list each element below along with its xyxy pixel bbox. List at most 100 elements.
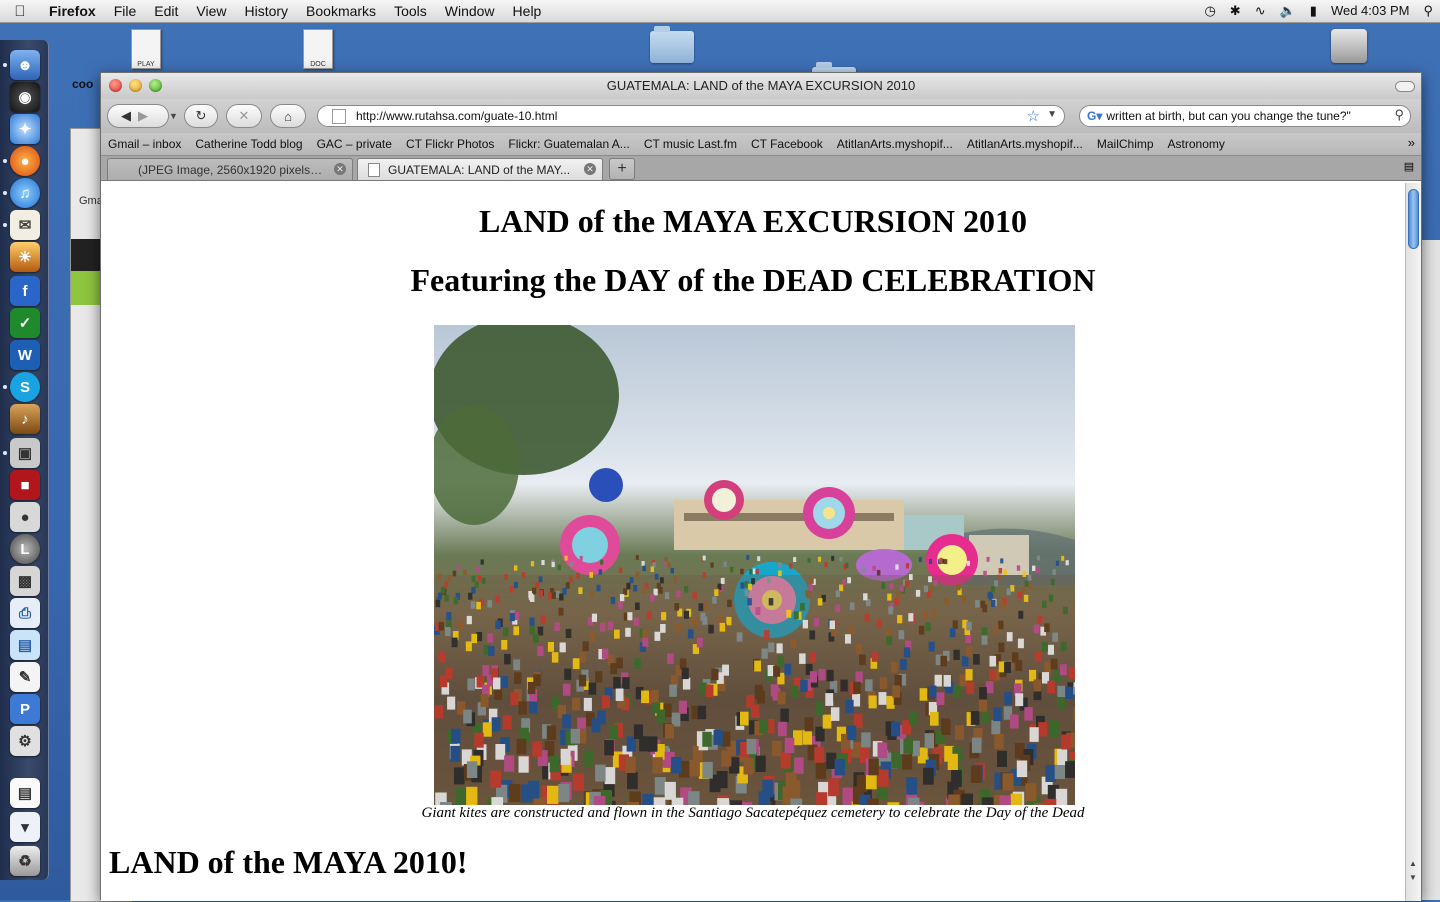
utility-app-icon[interactable]: ⚙ — [10, 726, 40, 756]
back-forward-button-group: ◀ ▶ — [107, 104, 169, 128]
scanner-icon[interactable]: ▤ — [10, 630, 40, 660]
menu-window[interactable]: Window — [436, 0, 504, 22]
disk-utility-icon[interactable]: ▩ — [10, 566, 40, 596]
url-dropdown-icon[interactable]: ▼ — [1047, 109, 1057, 120]
bookmark-gac-private[interactable]: GAC – private — [310, 137, 399, 151]
menu-app-firefox[interactable]: Firefox — [40, 0, 105, 22]
menu-view[interactable]: View — [187, 0, 235, 22]
reload-button[interactable]: ↻ — [184, 104, 218, 128]
menubar-clock[interactable]: Wed 4:03 PM — [1324, 0, 1417, 22]
trash-icon[interactable]: ♻ — [10, 846, 40, 876]
time-machine-icon[interactable]: ◷ — [1197, 0, 1222, 22]
menu-tools[interactable]: Tools — [385, 0, 436, 22]
stop-button[interactable]: ✕ — [226, 104, 262, 128]
tab-jpeg-image[interactable]: (JPEG Image, 2560x1920 pixels)... ✕ — [107, 158, 353, 180]
cemetery-kites-illustration — [434, 325, 1075, 805]
window-title: GUATEMALA: LAND of the MAYA EXCURSION 20… — [607, 78, 916, 93]
home-button[interactable]: ⌂ — [270, 104, 306, 128]
bookmarks-overflow-icon[interactable]: » — [1408, 135, 1415, 150]
new-tab-button[interactable]: + — [609, 158, 635, 180]
home-icon: ⌂ — [284, 109, 292, 124]
google-engine-icon[interactable]: G▾ — [1087, 109, 1102, 123]
menu-file[interactable]: File — [105, 0, 146, 22]
forward-button[interactable]: ▶ — [138, 108, 148, 124]
firefox-icon[interactable]: ● — [10, 146, 40, 176]
browser-window: GUATEMALA: LAND of the MAYA EXCURSION 20… — [100, 72, 1422, 900]
search-icon[interactable]: ⚲ — [1394, 107, 1404, 123]
lacie-icon[interactable]: L — [10, 534, 40, 564]
bookmark-mailchimp[interactable]: MailChimp — [1090, 137, 1161, 151]
bookmark-ct-flickr-photos[interactable]: CT Flickr Photos — [399, 137, 501, 151]
doc-file-label: DOC — [310, 61, 326, 68]
bookmark-gmail-inbox[interactable]: Gmail – inbox — [101, 137, 188, 151]
iphoto-icon[interactable]: ☀ — [10, 242, 40, 272]
back-button[interactable]: ◀ — [114, 104, 138, 128]
green-app-icon[interactable]: ✓ — [10, 308, 40, 338]
bookmark-flickr-guatemalan[interactable]: Flickr: Guatemalan A... — [501, 137, 636, 151]
vertical-scrollbar[interactable]: ▲ ▼ — [1405, 183, 1421, 901]
window-titlebar[interactable]: GUATEMALA: LAND of the MAYA EXCURSION 20… — [101, 73, 1421, 99]
menu-bar:  Firefox File Edit View History Bookmar… — [0, 0, 1440, 23]
menu-help[interactable]: Help — [504, 0, 551, 22]
menu-bookmarks[interactable]: Bookmarks — [297, 0, 385, 22]
list-all-tabs-icon[interactable]: ▤ — [1401, 160, 1417, 174]
textedit-icon[interactable]: ✎ — [10, 662, 40, 692]
safari-icon[interactable]: ✦ — [10, 114, 40, 144]
desktop-file-play[interactable]: PLAY — [131, 29, 161, 69]
battery-icon[interactable]: ▮ — [1303, 0, 1324, 22]
photo-booth-icon[interactable]: ■ — [10, 470, 40, 500]
scrollbar-thumb[interactable] — [1408, 189, 1419, 249]
page-heading-land-of-maya: LAND of the MAYA 2010! — [109, 844, 468, 881]
page-identity-icon[interactable] — [332, 109, 346, 124]
navigation-toolbar: ◀ ▶ ▼ ↻ ✕ ⌂ http://www.rutahsa.com/guate… — [101, 99, 1421, 133]
downloads-stack-icon[interactable]: ▾ — [10, 812, 40, 842]
bookmark-atitlanarts-2[interactable]: AtitlanArts.myshopif... — [960, 137, 1090, 151]
search-bar[interactable]: G▾ written at birth, but can you change … — [1079, 105, 1411, 127]
tab-close-icon[interactable]: ✕ — [584, 163, 596, 175]
history-dropdown-icon[interactable]: ▼ — [169, 111, 178, 121]
bookmark-catherine-todd-blog[interactable]: Catherine Todd blog — [188, 137, 309, 151]
zoom-window-button[interactable] — [149, 79, 162, 92]
web-app-icon[interactable]: W — [10, 340, 40, 370]
dock-running-indicator — [3, 159, 7, 163]
scroll-up-arrow-icon[interactable]: ▲ — [1409, 859, 1417, 868]
documents-stack-icon[interactable]: ▤ — [10, 778, 40, 808]
tab-close-icon[interactable]: ✕ — [334, 163, 346, 175]
bookmark-atitlanarts-1[interactable]: AtitlanArts.myshopif... — [830, 137, 960, 151]
desktop-file-doc[interactable]: DOC — [303, 29, 333, 69]
page-heading-day-of-dead: Featuring the DAY of the DEAD CELEBRATIO… — [101, 262, 1405, 299]
close-window-button[interactable] — [109, 79, 122, 92]
bluetooth-icon[interactable]: ✱ — [1223, 0, 1248, 22]
url-text: http://www.rutahsa.com/guate-10.html — [356, 109, 557, 123]
tab-guatemala[interactable]: GUATEMALA: LAND of the MAY... ✕ — [357, 158, 603, 180]
spotlight-search-icon[interactable]: ⚲ — [1416, 0, 1440, 22]
mail-icon[interactable]: ✉ — [10, 210, 40, 240]
minimize-window-button[interactable] — [129, 79, 142, 92]
menu-edit[interactable]: Edit — [145, 0, 187, 22]
pro-app-icon[interactable]: P — [10, 694, 40, 724]
wifi-icon[interactable]: ∿ — [1248, 0, 1273, 22]
preview-icon[interactable]: ▣ — [10, 438, 40, 468]
bookmark-star-icon[interactable]: ☆ — [1027, 107, 1040, 125]
menu-history[interactable]: History — [235, 0, 297, 22]
garageband-icon[interactable]: ♪ — [10, 404, 40, 434]
hard-disk-icon[interactable] — [1331, 29, 1367, 63]
facebook-app-icon[interactable]: f — [10, 276, 40, 306]
apple-menu-icon[interactable]:  — [0, 3, 40, 20]
volume-icon[interactable]: 🔈 — [1273, 0, 1303, 22]
bookmark-ct-facebook[interactable]: CT Facebook — [744, 137, 830, 151]
bookmark-astronomy[interactable]: Astronomy — [1161, 137, 1232, 151]
scroll-down-arrow-icon[interactable]: ▼ — [1409, 873, 1417, 882]
tab-label: (JPEG Image, 2560x1920 pixels)... — [138, 163, 324, 177]
stop-icon: ✕ — [239, 108, 250, 124]
dvd-player-icon[interactable]: ● — [10, 502, 40, 532]
desktop-folder-1[interactable] — [650, 31, 694, 63]
skype-icon[interactable]: S — [10, 372, 40, 402]
bookmark-ct-music-lastfm[interactable]: CT music Last.fm — [637, 137, 744, 151]
itunes-icon[interactable]: ♫ — [10, 178, 40, 208]
url-bar[interactable]: http://www.rutahsa.com/guate-10.html ☆ ▼ — [317, 105, 1065, 127]
printer-icon[interactable]: ⎙ — [10, 598, 40, 628]
toolbar-toggle-button[interactable] — [1395, 81, 1415, 92]
dashboard-icon[interactable]: ◉ — [10, 82, 40, 112]
finder-icon[interactable]: ☻ — [10, 50, 40, 80]
